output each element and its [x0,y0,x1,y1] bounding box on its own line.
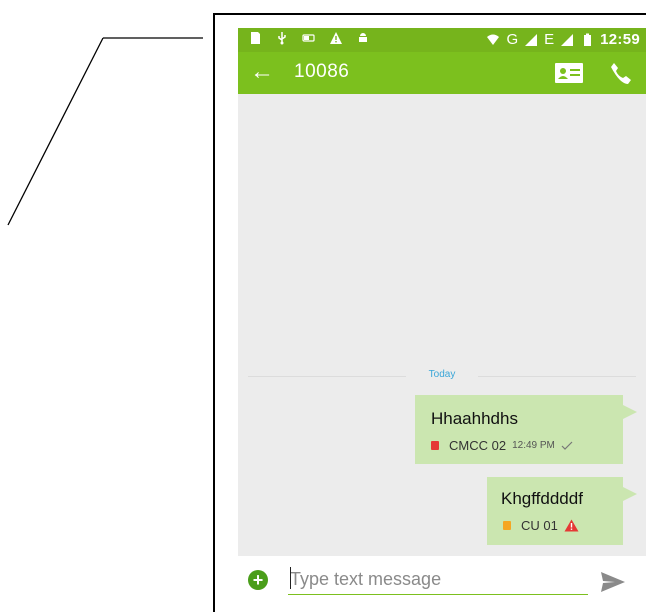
signal-e-label: E [544,31,555,48]
bubble-tail [623,405,637,419]
message-composer: + [238,556,646,612]
add-attachment-icon[interactable]: + [248,570,268,590]
message-meta: CMCC 02 12:49 PM [431,438,573,453]
usb-icon [278,32,286,45]
battery-icon [584,33,592,46]
signal-g-label: G [506,31,519,48]
sim-card-icon [503,521,511,530]
send-icon[interactable] [600,570,626,594]
sim-card-icon [431,441,439,450]
contact-card-icon[interactable] [554,62,584,84]
message-time: 12:49 PM [512,440,555,451]
signal-e-icon [561,33,574,46]
phone-call-icon[interactable] [608,60,634,86]
sim-label: CMCC 02 [449,438,507,453]
message-text: Hhaahhdhs [431,409,518,428]
conversation-title: 10086 [294,61,350,82]
back-arrow-icon[interactable]: ← [250,58,274,86]
message-input[interactable] [288,564,588,595]
conversation-area[interactable]: Today Hhaahhdhs CMCC 02 12:49 PM Khgffdd… [238,94,646,556]
text-caret [290,567,291,589]
wifi-icon [487,34,500,45]
message-bubble[interactable]: Khgffddddf CU 01 [487,477,637,545]
bubble-tail [623,487,637,501]
warning-icon [330,32,342,44]
message-text: Khgffddddf [501,489,583,508]
android-debug-icon [359,33,367,42]
status-bar: G E 12:59 [238,28,646,52]
sd-card-icon [251,32,260,44]
message-meta: CU 01 [503,518,579,533]
date-divider-label: Today [420,369,464,380]
failed-warning-icon[interactable] [564,519,579,532]
message-bubble[interactable]: Hhaahhdhs CMCC 02 12:49 PM [415,395,637,464]
date-divider: Today [238,369,646,380]
app-bar: ← 10086 [238,52,646,94]
status-time: 12:59 [600,31,640,48]
delivered-check-icon [561,441,573,450]
sim-label: CU 01 [521,518,558,533]
signal-g-icon [525,33,538,46]
battery-saver-icon [302,34,315,42]
